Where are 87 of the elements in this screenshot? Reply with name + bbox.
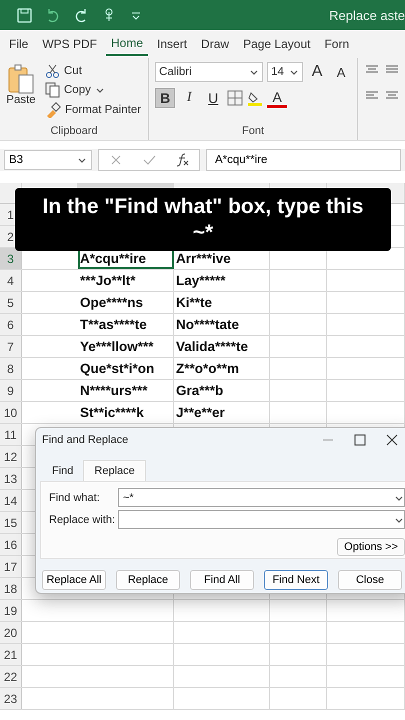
field-label: Find what: bbox=[49, 492, 101, 504]
table-cell: Que*st*i*on bbox=[78, 358, 174, 379]
table-cell: ***Jo**lt* bbox=[78, 270, 174, 291]
formula-field[interactable]: A*cqu**ire bbox=[206, 149, 401, 171]
font-name-field[interactable]: Calibri bbox=[155, 62, 264, 82]
table-cell: T**as****te bbox=[78, 314, 174, 335]
caption-text: ~* bbox=[192, 220, 214, 246]
underline-button[interactable]: U bbox=[203, 89, 224, 107]
ribbon-tab[interactable]: Page Layout bbox=[238, 33, 316, 55]
table-cell: N****urs*** bbox=[78, 380, 174, 401]
row-number: 19 bbox=[0, 600, 22, 621]
row-number: 5 bbox=[0, 292, 22, 313]
row-number: 23 bbox=[0, 688, 22, 709]
ribbon-tab[interactable]: Draw bbox=[196, 33, 234, 55]
row-number: 14 bbox=[0, 490, 22, 511]
row-number: 16 bbox=[0, 534, 22, 555]
dialog-button[interactable]: Replace bbox=[116, 570, 180, 590]
close-icon bbox=[386, 434, 398, 446]
options-button[interactable]: Options >> bbox=[337, 538, 405, 556]
table-cell: A*cqu**ire bbox=[78, 248, 174, 269]
font-size-field[interactable]: 14 bbox=[267, 62, 304, 82]
table-cell: Lay***** bbox=[174, 270, 270, 291]
table-cell: No****tate bbox=[174, 314, 270, 335]
table-cell: St**ic****k bbox=[78, 402, 174, 423]
find-what-field[interactable]: ~* bbox=[118, 488, 405, 507]
row-number: 3 bbox=[0, 248, 22, 269]
copy-icon bbox=[45, 82, 60, 98]
caption-text: In the "Find what" box, type this bbox=[42, 194, 364, 220]
row-number: 17 bbox=[0, 556, 22, 577]
group-label: Font bbox=[241, 125, 266, 139]
clipboard-icon bbox=[6, 62, 36, 94]
row-number: 12 bbox=[0, 446, 22, 467]
table-cell: Ope****ns bbox=[78, 292, 174, 313]
enter-icon bbox=[142, 153, 156, 167]
row-number: 13 bbox=[0, 468, 22, 489]
bold-button[interactable]: B bbox=[155, 88, 176, 108]
borders-icon bbox=[227, 90, 244, 106]
cut-button[interactable]: Cut bbox=[44, 62, 142, 79]
row-number: 11 bbox=[0, 424, 22, 445]
maximize-icon bbox=[354, 434, 366, 446]
row-number: 6 bbox=[0, 314, 22, 335]
field-label: Replace with: bbox=[49, 514, 116, 526]
row-number: 7 bbox=[0, 336, 22, 357]
row-number: 15 bbox=[0, 512, 22, 533]
group-label: Clipboard bbox=[49, 125, 99, 139]
save-icon bbox=[16, 6, 33, 24]
paste-button[interactable]: Paste bbox=[6, 62, 36, 119]
scissors-icon bbox=[45, 63, 60, 78]
table-cell: J**e**er bbox=[174, 402, 270, 423]
row-number: 8 bbox=[0, 358, 22, 379]
font-color-button[interactable]: A bbox=[267, 88, 288, 108]
ribbon-tab[interactable]: Home bbox=[106, 32, 148, 56]
row-number: 20 bbox=[0, 622, 22, 643]
ribbon-tab[interactable]: Insert bbox=[152, 33, 192, 55]
row-number: 9 bbox=[0, 380, 22, 401]
dialog-title: Find and Replace bbox=[42, 434, 130, 446]
row-number: 10 bbox=[0, 402, 22, 423]
ribbon-tab[interactable]: Forn bbox=[319, 33, 354, 55]
dialog-button[interactable]: Find Next bbox=[264, 570, 328, 590]
table-cell: Ye***llow*** bbox=[78, 336, 174, 357]
grow-font-button[interactable]: A bbox=[307, 62, 328, 82]
italic-button[interactable]: I bbox=[179, 89, 200, 107]
row-number: 18 bbox=[0, 578, 22, 599]
function-icon bbox=[175, 152, 190, 168]
dialog-tab[interactable]: Replace bbox=[83, 460, 146, 481]
table-cell: Valida****te bbox=[174, 336, 270, 357]
dialog-tab[interactable]: Find bbox=[42, 460, 84, 481]
table-cell: Z**o*o**m bbox=[174, 358, 270, 379]
dialog-button[interactable]: Find All bbox=[190, 570, 254, 590]
ribbon-tab[interactable]: WPS PDF bbox=[37, 33, 102, 55]
dialog-button[interactable]: Close bbox=[338, 570, 402, 590]
shrink-font-button[interactable]: A bbox=[331, 64, 352, 80]
window-title: Replace aste bbox=[329, 8, 405, 22]
row-number: 4 bbox=[0, 270, 22, 291]
cancel-icon bbox=[108, 153, 123, 167]
paintbrush-icon bbox=[45, 102, 61, 118]
name-box[interactable]: B3 bbox=[4, 150, 92, 170]
copy-button[interactable]: Copy bbox=[44, 81, 142, 99]
fill-color-icon bbox=[247, 90, 264, 106]
table-cell: Gra***b bbox=[174, 380, 270, 401]
replace-with-field[interactable] bbox=[118, 510, 405, 529]
row-number: 22 bbox=[0, 666, 22, 687]
dialog-button[interactable]: Replace All bbox=[42, 570, 106, 590]
row-number: 21 bbox=[0, 644, 22, 665]
table-cell: Ki**te bbox=[174, 292, 270, 313]
ribbon-tab[interactable]: File bbox=[4, 33, 34, 55]
format-painter-button[interactable]: Format Painter bbox=[44, 101, 142, 119]
